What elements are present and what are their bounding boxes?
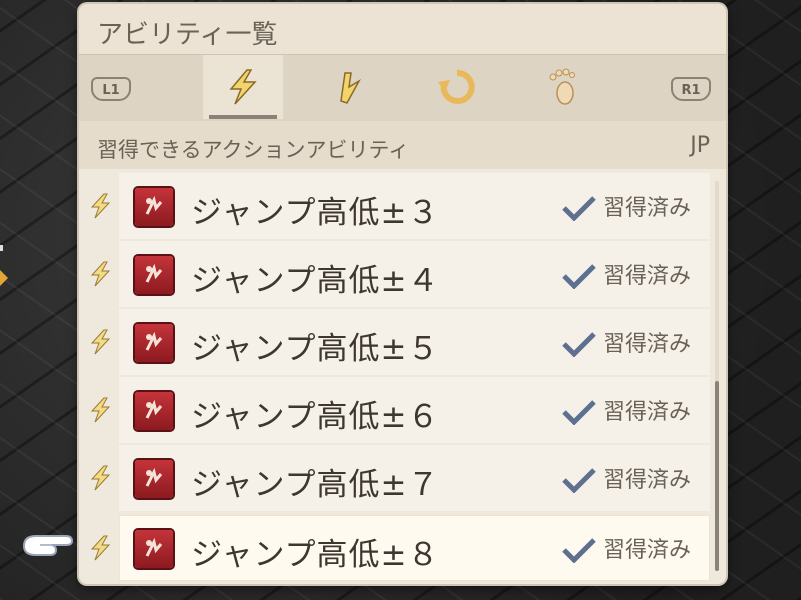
scrollbar-thumb[interactable] <box>715 381 719 571</box>
footprint-icon <box>549 68 575 105</box>
check-icon <box>562 400 596 425</box>
ability-icon <box>135 392 173 430</box>
bolt-icon <box>90 397 111 423</box>
ability-status: 習得済み <box>603 400 692 425</box>
jump-ability-icon <box>145 537 163 557</box>
jump-ability-icon <box>145 263 163 283</box>
ability-name: ジャンプ高低±３ <box>191 195 440 231</box>
bolt-icon <box>90 329 111 355</box>
check-icon <box>562 468 596 493</box>
l1-button[interactable]: L1 <box>91 77 131 101</box>
ability-name: ジャンプ高低±５ <box>191 331 440 367</box>
bolt-icon <box>90 535 111 561</box>
check-icon <box>562 196 596 221</box>
ability-status: 習得済み <box>603 468 692 493</box>
ability-row[interactable]: ジャンプ高低±７ 習得済み <box>79 445 726 511</box>
ability-status: 習得済み <box>603 538 692 563</box>
ability-icon <box>135 460 173 498</box>
ability-icon <box>135 256 173 294</box>
category-tabs: L1 R1 <box>79 54 726 122</box>
ability-row[interactable]: ジャンプ高低±４ 習得済み <box>79 241 726 307</box>
ability-status: 習得済み <box>603 332 692 357</box>
ability-name: ジャンプ高低±６ <box>191 399 440 435</box>
window-title: アビリティ一覧 <box>97 20 278 50</box>
section-title: 習得できるアクションアビリティ <box>97 138 410 162</box>
ability-row-selected[interactable]: ジャンプ高低±８ 習得済み <box>79 515 726 581</box>
ability-name: ジャンプ高低±４ <box>191 263 440 299</box>
bolt-icon <box>90 465 111 491</box>
jump-ability-icon <box>145 331 163 351</box>
r1-button[interactable]: R1 <box>671 77 711 101</box>
left-edge-marker <box>0 245 8 286</box>
jump-ability-icon <box>145 195 163 215</box>
jp-column-label: JP <box>690 133 710 158</box>
slanted-bolt-icon <box>340 72 361 104</box>
ability-status: 習得済み <box>603 196 692 221</box>
ability-icon <box>135 530 173 568</box>
jump-ability-icon <box>145 399 163 419</box>
ability-icon <box>135 188 173 226</box>
check-icon <box>562 538 596 563</box>
tab-support-abilities[interactable] <box>417 55 497 119</box>
ability-icon <box>135 324 173 362</box>
ability-row[interactable]: ジャンプ高低±３ 習得済み <box>79 173 726 239</box>
bolt-icon <box>90 193 111 219</box>
check-icon <box>562 264 596 289</box>
ability-row[interactable]: ジャンプ高低±６ 習得済み <box>79 377 726 443</box>
ability-list-panel: アビリティ一覧 L1 R1 習得できるアクションアビリティ JP ジャンプ高低±… <box>79 4 726 584</box>
ability-status: 習得済み <box>603 264 692 289</box>
ability-name: ジャンプ高低±８ <box>191 537 440 573</box>
circular-arrow-icon <box>438 69 475 104</box>
jump-ability-icon <box>145 467 163 487</box>
tab-movement-abilities[interactable] <box>523 55 603 119</box>
hand-pointer-icon <box>22 535 74 556</box>
ability-name: ジャンプ高低±７ <box>191 467 440 503</box>
lightning-bolt-icon <box>229 69 257 105</box>
section-header: 習得できるアクションアビリティ JP <box>79 121 726 169</box>
ability-list: ジャンプ高低±３ 習得済み ジャンプ高低±４ 習得済み ジャンプ高低±５ 習得済… <box>79 171 726 584</box>
title-bar: アビリティ一覧 <box>79 4 726 54</box>
tab-reaction-abilities[interactable] <box>309 55 389 119</box>
tab-action-abilities[interactable] <box>203 55 283 119</box>
ability-row[interactable]: ジャンプ高低±５ 習得済み <box>79 309 726 375</box>
scrollbar[interactable] <box>715 181 719 571</box>
bolt-icon <box>90 261 111 287</box>
check-icon <box>562 332 596 357</box>
